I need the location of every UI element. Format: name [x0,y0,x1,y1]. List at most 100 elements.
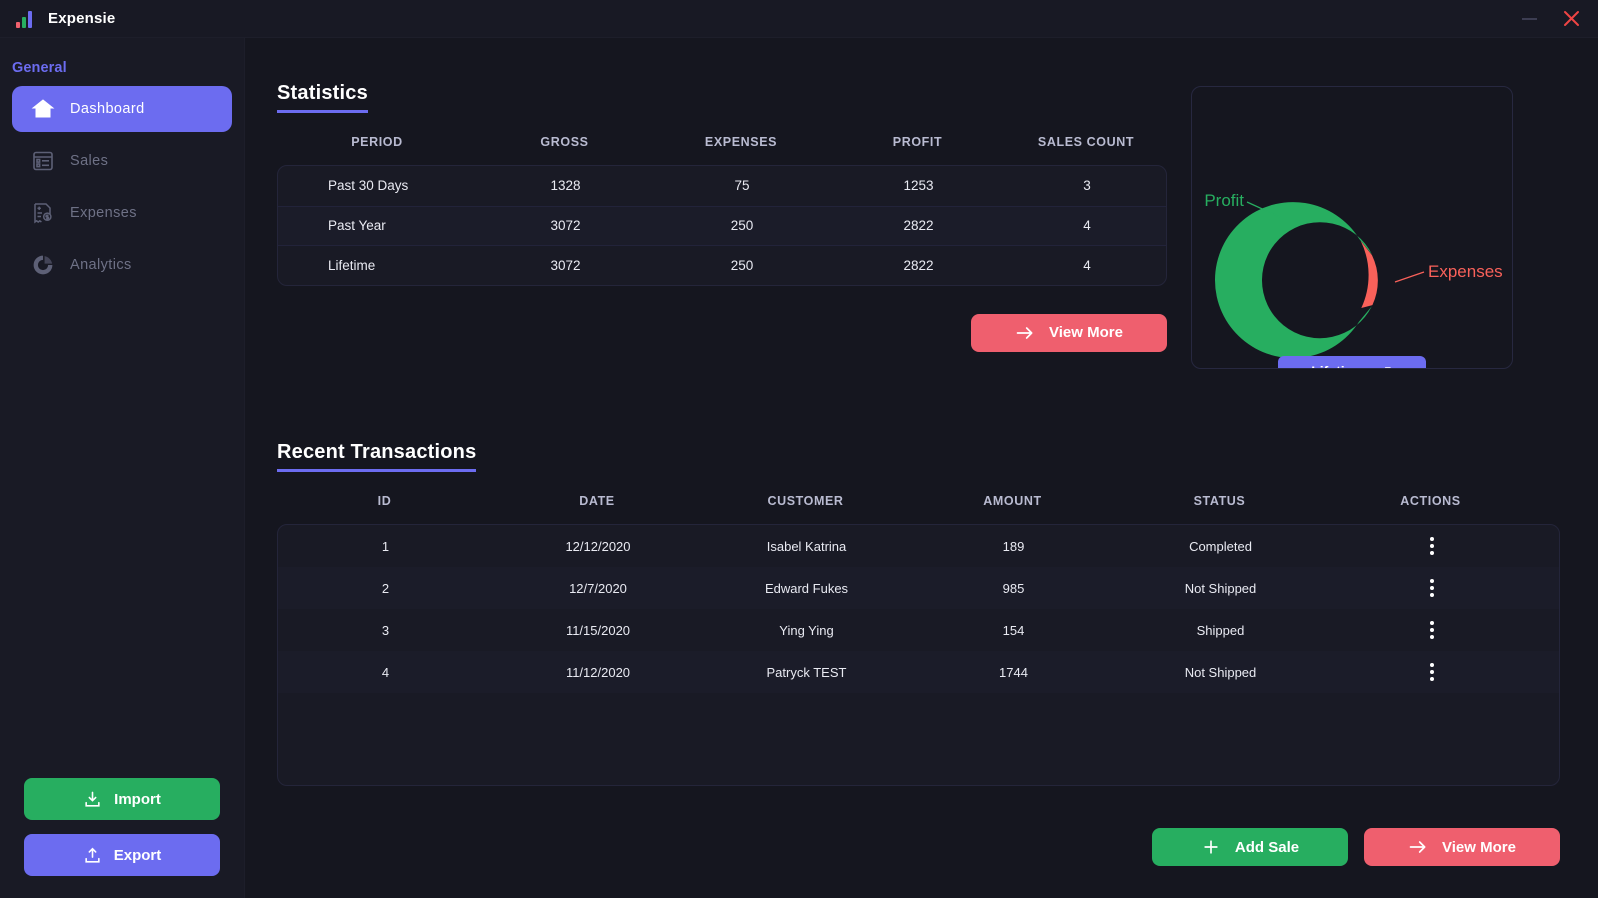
kebab-menu-icon[interactable] [1324,621,1539,639]
export-button[interactable]: Export [24,834,220,876]
app-window: Expensie General Dashboard Sales Expense… [0,0,1598,898]
cell-customer: Isabel Katrina [766,538,847,554]
minimize-icon [1521,17,1537,20]
cell-id: 1 [381,538,390,554]
kebab-menu-icon[interactable] [1324,579,1539,597]
cell-amount: 1744 [999,664,1028,680]
receipt-dollar-icon [30,200,56,226]
table-row[interactable]: 1 12/12/2020 Isabel Katrina 189 Complete… [278,525,1559,567]
table-row[interactable]: Past 30 Days 1328 75 1253 3 [278,166,1166,206]
donut-label-profit: Profit [1204,191,1244,210]
column-header-date: DATE [579,494,615,508]
cell-date: 12/7/2020 [569,580,627,596]
column-header-sales-count: SALES COUNT [1037,135,1135,149]
cell-sales-count: 4 [1083,257,1091,273]
expenses-callout-line [1394,271,1425,283]
kebab-menu-icon[interactable] [1324,663,1539,681]
cell-amount: 189 [1002,538,1025,554]
page-title: Statistics [277,82,368,113]
cell-sales-count: 3 [1083,178,1091,194]
donut-label-expenses: Expenses [1428,262,1503,281]
transactions-section: Recent Transactions ID DATE CUSTOMER AMO… [277,441,1560,866]
close-icon [1563,11,1579,26]
period-select-dropdown[interactable]: Lifetime ▼ [1278,356,1426,368]
app-title: Expensie [48,10,116,27]
sidebar-actions: Import Export [12,778,232,876]
column-header-id: ID [377,494,392,508]
table-row[interactable]: 2 12/7/2020 Edward Fukes 985 Not Shipped [278,567,1559,609]
profit-expenses-donut-card: Profit Expenses Lifetime ▼ [1191,86,1513,369]
cell-gross: 1328 [550,178,581,194]
cell-actions [1324,537,1539,555]
minimize-button[interactable] [1516,6,1542,32]
cell-id: 2 [381,580,390,596]
cell-amount: 985 [1002,580,1025,596]
transactions-table: 1 12/12/2020 Isabel Katrina 189 Complete… [277,524,1560,786]
cell-profit: 2822 [903,218,934,234]
cell-amount: 154 [1002,622,1025,638]
column-header-expenses: EXPENSES [704,135,778,149]
table-row[interactable]: 4 11/12/2020 Patryck TEST 1744 Not Shipp… [278,651,1559,693]
statistics-view-more-button[interactable]: View More [971,313,1167,352]
donut-chart-icon [30,252,56,278]
sidebar-item-label: Sales [70,153,109,169]
cell-status: Shipped [1196,622,1245,638]
cell-sales-count: 4 [1083,218,1091,234]
cell-status: Not Shipped [1184,580,1257,596]
cell-profit: 2822 [903,257,934,273]
statistics-section: Statistics PERIOD GROSS EXPENSES PROFIT … [277,82,1167,352]
sidebar-item-sales[interactable]: Sales [12,138,232,184]
sidebar-heading: General [12,60,67,76]
column-header-amount: AMOUNT [983,494,1042,508]
home-icon [30,96,56,122]
list-receipt-icon [30,148,56,174]
statistics-view-more-label: View More [1049,324,1123,341]
cell-gross: 3072 [550,218,581,234]
statistics-actions: View More [277,313,1167,352]
sidebar-item-analytics[interactable]: Analytics [12,242,232,288]
table-row[interactable]: Lifetime 3072 250 2822 4 [278,245,1166,285]
cell-customer: Ying Ying [779,622,834,638]
cell-profit: 1253 [903,178,934,194]
cell-status: Completed [1189,538,1252,554]
sidebar-item-label: Expenses [70,205,137,221]
add-sale-button[interactable]: Add Sale [1152,828,1348,866]
import-button[interactable]: Import [24,778,220,820]
cell-gross: 3072 [550,257,581,273]
table-row[interactable]: 3 11/15/2020 Ying Ying 154 Shipped [278,609,1559,651]
transactions-title: Recent Transactions [277,441,477,472]
download-icon [85,791,100,807]
transactions-actions: Add Sale View More [277,828,1560,866]
cell-period: Past Year [328,218,386,234]
transactions-table-header: ID DATE CUSTOMER AMOUNT STATUS ACTIONS [277,472,1560,524]
main-content: Statistics PERIOD GROSS EXPENSES PROFIT … [245,38,1598,898]
statistics-table-header: PERIOD GROSS EXPENSES PROFIT SALES COUNT [277,113,1167,165]
cell-actions [1324,663,1539,681]
cell-date: 11/12/2020 [565,664,631,680]
donut-chart: Profit Expenses [1204,191,1503,359]
transactions-view-more-button[interactable]: View More [1364,828,1560,866]
cell-id: 4 [381,664,390,680]
column-header-period: PERIOD [351,135,403,149]
close-button[interactable] [1558,6,1584,32]
transactions-view-more-label: View More [1442,838,1516,856]
export-button-label: Export [113,846,162,864]
sidebar-item-label: Analytics [70,257,132,273]
column-header-status: STATUS [1193,494,1246,508]
sidebar-item-dashboard[interactable]: Dashboard [12,86,232,132]
sidebar: General Dashboard Sales Expenses Analyti… [0,38,245,898]
sidebar-item-label: Dashboard [70,101,145,117]
kebab-menu-icon[interactable] [1324,537,1539,555]
cell-expenses: 75 [734,178,750,194]
window-controls [1516,6,1584,32]
statistics-table: Past 30 Days 1328 75 1253 3 Past Year 30… [277,165,1167,286]
donut-slice-profit [1214,202,1373,359]
cell-actions [1324,621,1539,639]
top-area: Statistics PERIOD GROSS EXPENSES PROFIT … [277,82,1560,369]
import-button-label: Import [114,790,161,808]
cell-id: 3 [381,622,390,638]
upload-icon [85,847,100,863]
sidebar-item-expenses[interactable]: Expenses [12,190,232,236]
table-row[interactable]: Past Year 3072 250 2822 4 [278,205,1166,245]
sidebar-nav: Dashboard Sales Expenses Analytics [12,86,232,288]
